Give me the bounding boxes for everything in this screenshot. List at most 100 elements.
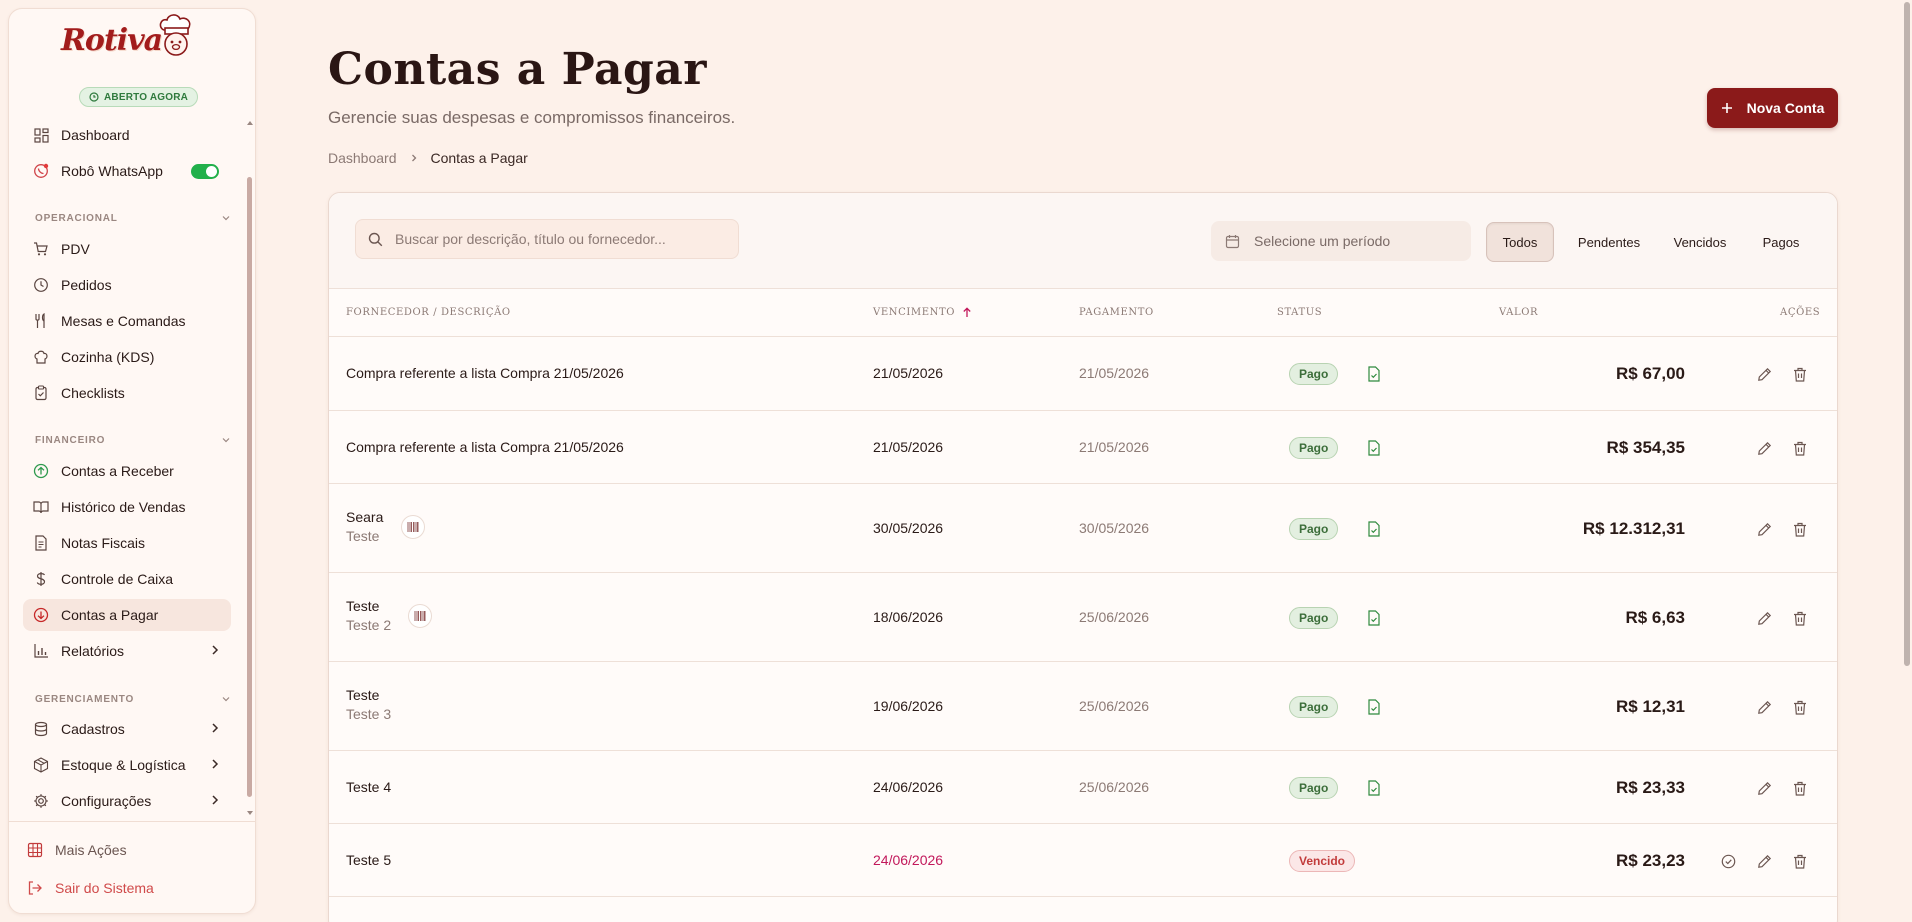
page-scrollbar[interactable] (1904, 2, 1910, 666)
clipboard-check-icon (33, 385, 49, 401)
delete-trash-icon[interactable] (1791, 698, 1809, 716)
row-title: Teste (346, 687, 380, 703)
delete-trash-icon[interactable] (1791, 609, 1809, 627)
delete-trash-icon[interactable] (1791, 439, 1809, 457)
sidebar-item-notas-fiscais[interactable]: Notas Fiscais (23, 527, 231, 559)
section-operacional[interactable]: OPERACIONAL (35, 209, 231, 227)
sidebar-item-cozinha[interactable]: Cozinha (KDS) (23, 341, 231, 373)
breadcrumb: Dashboard Contas a Pagar (328, 150, 528, 166)
sidebar-item-cadastros[interactable]: Cadastros (23, 713, 231, 745)
row-title: Compra referente a lista Compra 21/05/20… (346, 365, 624, 381)
section-financeiro[interactable]: FINANCEIRO (35, 431, 231, 449)
barcode-icon[interactable] (401, 515, 425, 539)
search-input[interactable] (395, 231, 715, 247)
receipt-file-icon[interactable] (1365, 609, 1383, 627)
receipt-file-icon[interactable] (1365, 520, 1383, 538)
new-account-button[interactable]: Nova Conta (1707, 88, 1838, 128)
sidebar-item-contas-receber[interactable]: Contas a Receber (23, 455, 231, 487)
row-payment-date: 25/06/2026 (1079, 698, 1150, 714)
sidebar-item-label: Configurações (61, 793, 152, 809)
sidebar-item-pedidos[interactable]: Pedidos (23, 269, 231, 301)
status-badge: Pago (1289, 607, 1339, 629)
scroll-up-arrow-icon[interactable] (246, 119, 254, 127)
bar-chart-icon (33, 643, 49, 659)
row-value: R$ 23,33 (1616, 778, 1685, 797)
filter-pendentes[interactable]: Pendentes (1569, 222, 1649, 262)
brand-area: Rotiva ABERTO AGORA (9, 9, 255, 113)
column-header-supplier[interactable]: FORNECEDOR / DESCRIÇÃO (346, 307, 511, 318)
table-row[interactable]: Teste 4 24/06/2026 25/06/2026 Pago R$ 23… (329, 751, 1837, 824)
edit-pencil-icon[interactable] (1755, 439, 1773, 457)
logout-button[interactable]: Sair do Sistema (27, 880, 154, 896)
more-actions-button[interactable]: Mais Ações (27, 842, 127, 858)
sidebar-item-relatorios[interactable]: Relatórios (23, 635, 231, 667)
sidebar-item-label: Relatórios (61, 643, 125, 659)
logo[interactable]: Rotiva (61, 13, 196, 58)
sidebar-scrollbar[interactable] (247, 177, 252, 797)
sidebar-item-label: Controle de Caixa (61, 571, 174, 587)
edit-pencil-icon[interactable] (1755, 852, 1773, 870)
edit-pencil-icon[interactable] (1755, 365, 1773, 383)
sidebar-item-whatsapp-bot[interactable]: Robô WhatsApp (23, 155, 231, 187)
row-title: Seara (346, 509, 384, 525)
row-due-date: 30/05/2026 (873, 520, 944, 536)
breadcrumb-current: Contas a Pagar (430, 150, 528, 166)
page-subtitle: Gerencie suas despesas e compromissos fi… (328, 108, 736, 127)
status-text: Pago (1299, 611, 1329, 625)
delete-trash-icon[interactable] (1791, 852, 1809, 870)
mark-paid-check-icon[interactable] (1719, 852, 1737, 870)
delete-trash-icon[interactable] (1791, 365, 1809, 383)
row-payment-date: 30/05/2026 (1079, 520, 1150, 536)
filter-vencidos[interactable]: Vencidos (1663, 222, 1737, 262)
search-box[interactable] (355, 219, 739, 259)
chef-hat-icon (33, 349, 49, 365)
section-gerenciamento[interactable]: GERENCIAMENTO (35, 690, 231, 708)
sidebar-item-mesas[interactable]: Mesas e Comandas (23, 305, 231, 337)
status-text: Pago (1299, 441, 1329, 455)
row-value: R$ 12.312,31 (1582, 519, 1685, 538)
column-header-value[interactable]: VALOR (1499, 307, 1538, 318)
edit-pencil-icon[interactable] (1755, 698, 1773, 716)
sidebar-item-configuracoes[interactable]: Configurações (23, 785, 231, 817)
period-picker[interactable]: Selecione um período (1211, 221, 1471, 261)
edit-pencil-icon[interactable] (1755, 779, 1773, 797)
sidebar-item-pdv[interactable]: PDV (23, 233, 231, 265)
table-row[interactable]: Compra referente a lista Compra 21/05/20… (329, 411, 1837, 484)
column-header-status[interactable]: STATUS (1277, 307, 1322, 318)
row-description: Teste Teste 3 (346, 687, 391, 722)
sidebar-item-historico[interactable]: Histórico de Vendas (23, 491, 231, 523)
sidebar-item-label: Estoque & Logística (61, 757, 186, 773)
filter-pagos[interactable]: Pagos (1751, 222, 1811, 262)
column-header-due[interactable]: VENCIMENTO (873, 307, 955, 318)
barcode-icon[interactable] (408, 604, 432, 628)
row-description: Teste 5 (346, 852, 391, 868)
sidebar-item-contas-pagar[interactable]: Contas a Pagar (23, 599, 231, 631)
sort-ascending-icon[interactable] (962, 307, 972, 318)
table-row[interactable]: Compra referente a lista Compra 21/05/20… (329, 338, 1837, 411)
delete-trash-icon[interactable] (1791, 779, 1809, 797)
table-row[interactable]: Teste 5 24/06/2026 Vencido R$ 23,23 (329, 824, 1837, 897)
scroll-down-arrow-icon[interactable] (246, 809, 254, 817)
filter-todos[interactable]: Todos (1486, 222, 1554, 262)
receipt-file-icon[interactable] (1365, 779, 1383, 797)
table-row[interactable]: Teste Teste 3 19/06/2026 25/06/2026 Pago… (329, 662, 1837, 751)
edit-pencil-icon[interactable] (1755, 609, 1773, 627)
table-row[interactable]: Teste Teste 2 18/06/2026 25/06/2026 Pago… (329, 573, 1837, 662)
sidebar-item-checklists[interactable]: Checklists (23, 377, 231, 409)
receipt-file-icon[interactable] (1365, 439, 1383, 457)
table-row[interactable]: Seara Teste 30/05/2026 30/05/2026 Pago R… (329, 484, 1837, 573)
sidebar-item-controle-caixa[interactable]: Controle de Caixa (23, 563, 231, 595)
sidebar-item-label: Mesas e Comandas (61, 313, 186, 329)
receipt-file-icon[interactable] (1365, 698, 1383, 716)
edit-pencil-icon[interactable] (1755, 520, 1773, 538)
breadcrumb-dashboard-link[interactable]: Dashboard (328, 150, 397, 166)
sidebar-item-estoque[interactable]: Estoque & Logística (23, 749, 231, 781)
package-icon (33, 757, 49, 773)
column-header-payment[interactable]: PAGAMENTO (1079, 307, 1154, 318)
receipt-file-icon[interactable] (1365, 365, 1383, 383)
whatsapp-bot-toggle[interactable] (191, 164, 219, 179)
delete-trash-icon[interactable] (1791, 520, 1809, 538)
table-header: FORNECEDOR / DESCRIÇÃO VENCIMENTO PAGAME… (329, 289, 1837, 337)
sidebar-item-dashboard[interactable]: Dashboard (23, 119, 231, 151)
section-title: OPERACIONAL (35, 212, 118, 224)
